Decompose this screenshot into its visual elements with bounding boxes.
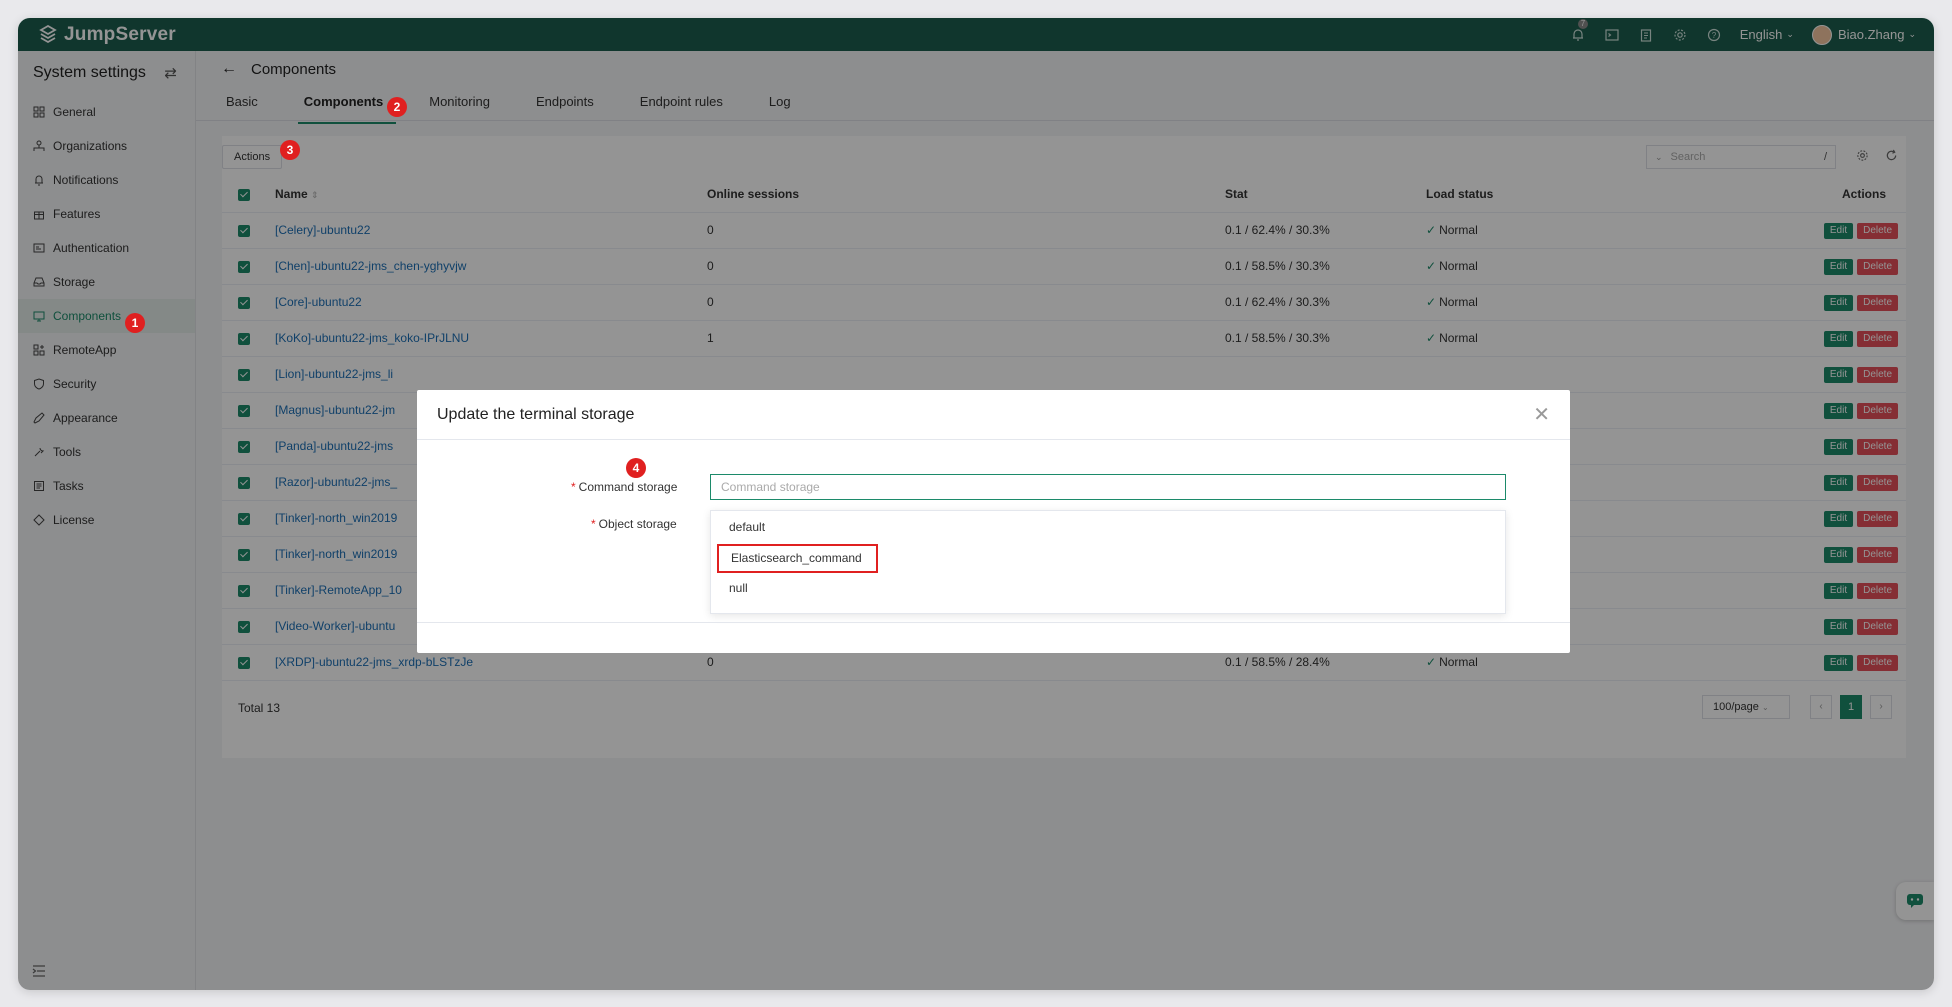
command-storage-dropdown: default Elasticsearch_command null xyxy=(710,510,1506,614)
object-storage-label: * Object storage xyxy=(591,517,677,531)
close-icon[interactable]: ✕ xyxy=(1533,405,1550,425)
dialog-title: Update the terminal storage xyxy=(437,405,635,423)
command-storage-label-text: Command storage xyxy=(578,480,678,494)
option-elasticsearch-command[interactable]: Elasticsearch_command xyxy=(717,544,878,573)
step-marker-4: 4 xyxy=(626,458,646,478)
command-storage-placeholder: Command storage xyxy=(721,480,820,494)
step-marker-3: 3 xyxy=(280,140,300,160)
command-storage-select[interactable]: Command storage xyxy=(710,474,1506,500)
step-marker-1: 1 xyxy=(125,313,145,333)
dialog-header: Update the terminal storage ✕ xyxy=(417,390,1570,440)
update-terminal-storage-dialog: Update the terminal storage ✕ 4 * Command… xyxy=(417,390,1570,653)
option-null[interactable]: null xyxy=(711,573,1505,604)
step-marker-2: 2 xyxy=(387,97,407,117)
dialog-footer-divider xyxy=(417,622,1570,623)
object-storage-label-text: Object storage xyxy=(598,517,677,531)
app-window: JumpServer 7 ? English ⌄ Biao.Zhang ⌄ Sys… xyxy=(18,18,1934,990)
option-default[interactable]: default xyxy=(711,512,1505,543)
command-storage-label: * Command storage xyxy=(571,480,678,494)
